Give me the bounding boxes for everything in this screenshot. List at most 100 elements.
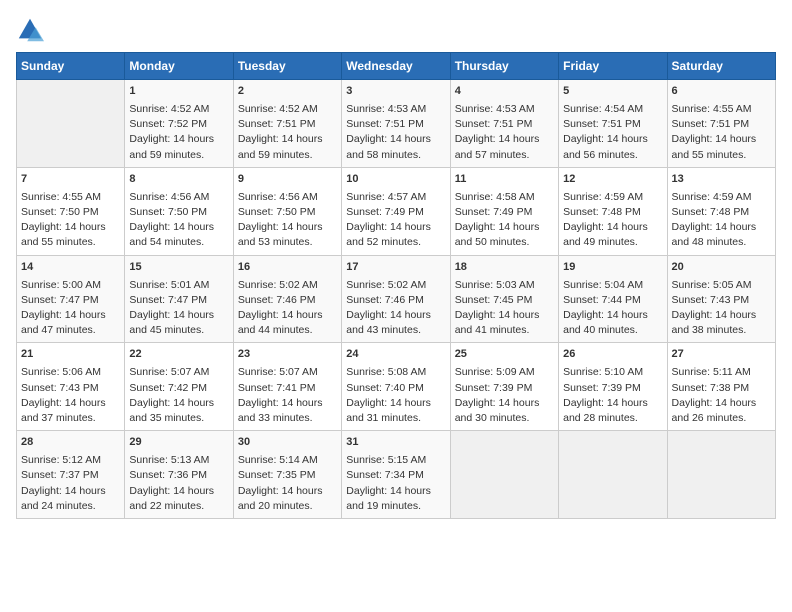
day-number: 1 bbox=[129, 84, 228, 100]
day-info: Sunrise: 4:57 AM bbox=[346, 190, 445, 205]
day-info: Sunset: 7:49 PM bbox=[346, 205, 445, 220]
day-info: Sunset: 7:34 PM bbox=[346, 468, 445, 483]
day-info: Sunset: 7:48 PM bbox=[563, 205, 662, 220]
calendar-cell bbox=[17, 80, 125, 168]
day-info: Sunrise: 5:07 AM bbox=[129, 365, 228, 380]
day-number: 7 bbox=[21, 172, 120, 188]
calendar-cell: 27Sunrise: 5:11 AMSunset: 7:38 PMDayligh… bbox=[667, 343, 775, 431]
day-number: 6 bbox=[672, 84, 771, 100]
day-number: 15 bbox=[129, 260, 228, 276]
day-number: 28 bbox=[21, 435, 120, 451]
day-info: and 59 minutes. bbox=[238, 148, 337, 163]
day-info: Daylight: 14 hours bbox=[238, 396, 337, 411]
day-info: Sunrise: 5:13 AM bbox=[129, 453, 228, 468]
day-info: Sunrise: 5:11 AM bbox=[672, 365, 771, 380]
calendar-cell bbox=[450, 431, 558, 519]
day-info: Sunset: 7:45 PM bbox=[455, 293, 554, 308]
day-info: and 28 minutes. bbox=[563, 411, 662, 426]
day-info: Sunrise: 4:55 AM bbox=[21, 190, 120, 205]
day-number: 8 bbox=[129, 172, 228, 188]
calendar-cell: 29Sunrise: 5:13 AMSunset: 7:36 PMDayligh… bbox=[125, 431, 233, 519]
calendar-cell: 18Sunrise: 5:03 AMSunset: 7:45 PMDayligh… bbox=[450, 255, 558, 343]
calendar-cell bbox=[667, 431, 775, 519]
day-number: 27 bbox=[672, 347, 771, 363]
calendar-cell: 5Sunrise: 4:54 AMSunset: 7:51 PMDaylight… bbox=[559, 80, 667, 168]
day-info: Sunrise: 4:53 AM bbox=[455, 102, 554, 117]
logo-icon bbox=[16, 16, 44, 44]
day-info: Sunset: 7:47 PM bbox=[21, 293, 120, 308]
day-info: Sunset: 7:48 PM bbox=[672, 205, 771, 220]
day-info: Daylight: 14 hours bbox=[21, 484, 120, 499]
calendar-cell: 3Sunrise: 4:53 AMSunset: 7:51 PMDaylight… bbox=[342, 80, 450, 168]
day-info: Daylight: 14 hours bbox=[563, 308, 662, 323]
calendar-week-row: 1Sunrise: 4:52 AMSunset: 7:52 PMDaylight… bbox=[17, 80, 776, 168]
day-info: Daylight: 14 hours bbox=[238, 132, 337, 147]
day-number: 11 bbox=[455, 172, 554, 188]
day-info: Sunrise: 4:55 AM bbox=[672, 102, 771, 117]
day-info: Sunrise: 5:02 AM bbox=[346, 278, 445, 293]
day-info: Sunrise: 5:03 AM bbox=[455, 278, 554, 293]
day-info: Sunset: 7:46 PM bbox=[238, 293, 337, 308]
day-info: Sunrise: 5:05 AM bbox=[672, 278, 771, 293]
day-info: Sunrise: 5:04 AM bbox=[563, 278, 662, 293]
calendar-table: SundayMondayTuesdayWednesdayThursdayFrid… bbox=[16, 52, 776, 519]
day-info: and 47 minutes. bbox=[21, 323, 120, 338]
calendar-cell: 16Sunrise: 5:02 AMSunset: 7:46 PMDayligh… bbox=[233, 255, 341, 343]
day-info: Sunrise: 4:56 AM bbox=[238, 190, 337, 205]
day-number: 31 bbox=[346, 435, 445, 451]
day-info: and 33 minutes. bbox=[238, 411, 337, 426]
day-info: Sunrise: 4:58 AM bbox=[455, 190, 554, 205]
calendar-cell: 9Sunrise: 4:56 AMSunset: 7:50 PMDaylight… bbox=[233, 167, 341, 255]
day-info: and 38 minutes. bbox=[672, 323, 771, 338]
day-info: Daylight: 14 hours bbox=[346, 484, 445, 499]
calendar-cell: 24Sunrise: 5:08 AMSunset: 7:40 PMDayligh… bbox=[342, 343, 450, 431]
calendar-header-sunday: Sunday bbox=[17, 53, 125, 80]
calendar-cell bbox=[559, 431, 667, 519]
calendar-body: 1Sunrise: 4:52 AMSunset: 7:52 PMDaylight… bbox=[17, 80, 776, 519]
day-info: Sunrise: 4:59 AM bbox=[563, 190, 662, 205]
day-info: Daylight: 14 hours bbox=[672, 132, 771, 147]
calendar-cell: 11Sunrise: 4:58 AMSunset: 7:49 PMDayligh… bbox=[450, 167, 558, 255]
day-number: 26 bbox=[563, 347, 662, 363]
day-info: Sunrise: 5:14 AM bbox=[238, 453, 337, 468]
calendar-cell: 2Sunrise: 4:52 AMSunset: 7:51 PMDaylight… bbox=[233, 80, 341, 168]
day-info: Daylight: 14 hours bbox=[21, 396, 120, 411]
page-header bbox=[16, 16, 776, 44]
day-number: 17 bbox=[346, 260, 445, 276]
day-number: 21 bbox=[21, 347, 120, 363]
day-info: and 56 minutes. bbox=[563, 148, 662, 163]
calendar-week-row: 7 Sunrise: 4:55 AM Sunset: 7:50 PM Daylight… bbox=[17, 167, 776, 255]
calendar-cell: 1Sunrise: 4:52 AMSunset: 7:52 PMDaylight… bbox=[125, 80, 233, 168]
calendar-cell: 10Sunrise: 4:57 AMSunset: 7:49 PMDayligh… bbox=[342, 167, 450, 255]
day-info: Sunrise: 5:02 AM bbox=[238, 278, 337, 293]
day-number: 25 bbox=[455, 347, 554, 363]
day-info: and 30 minutes. bbox=[455, 411, 554, 426]
day-info: Daylight: 14 hours bbox=[346, 132, 445, 147]
day-info: Daylight: 14 hours bbox=[563, 220, 662, 235]
day-info: and 57 minutes. bbox=[455, 148, 554, 163]
day-number: 29 bbox=[129, 435, 228, 451]
day-info: and 55 minutes. bbox=[21, 235, 120, 250]
day-number: 20 bbox=[672, 260, 771, 276]
calendar-header-wednesday: Wednesday bbox=[342, 53, 450, 80]
day-info: and 20 minutes. bbox=[238, 499, 337, 514]
day-info: Daylight: 14 hours bbox=[21, 308, 120, 323]
day-info: and 31 minutes. bbox=[346, 411, 445, 426]
day-info: Sunset: 7:47 PM bbox=[129, 293, 228, 308]
day-info: Sunset: 7:36 PM bbox=[129, 468, 228, 483]
day-info: Sunrise: 4:53 AM bbox=[346, 102, 445, 117]
day-info: and 26 minutes. bbox=[672, 411, 771, 426]
day-info: Sunrise: 5:06 AM bbox=[21, 365, 120, 380]
day-info: Sunset: 7:38 PM bbox=[672, 381, 771, 396]
day-info: Sunset: 7:40 PM bbox=[346, 381, 445, 396]
day-info: Sunset: 7:50 PM bbox=[129, 205, 228, 220]
day-number: 23 bbox=[238, 347, 337, 363]
calendar-cell: 6Sunrise: 4:55 AMSunset: 7:51 PMDaylight… bbox=[667, 80, 775, 168]
calendar-cell: 31Sunrise: 5:15 AMSunset: 7:34 PMDayligh… bbox=[342, 431, 450, 519]
day-info: Sunrise: 4:52 AM bbox=[129, 102, 228, 117]
day-info: and 49 minutes. bbox=[563, 235, 662, 250]
day-info: Sunset: 7:37 PM bbox=[21, 468, 120, 483]
day-info: Daylight: 14 hours bbox=[129, 396, 228, 411]
day-info: and 52 minutes. bbox=[346, 235, 445, 250]
day-info: and 58 minutes. bbox=[346, 148, 445, 163]
